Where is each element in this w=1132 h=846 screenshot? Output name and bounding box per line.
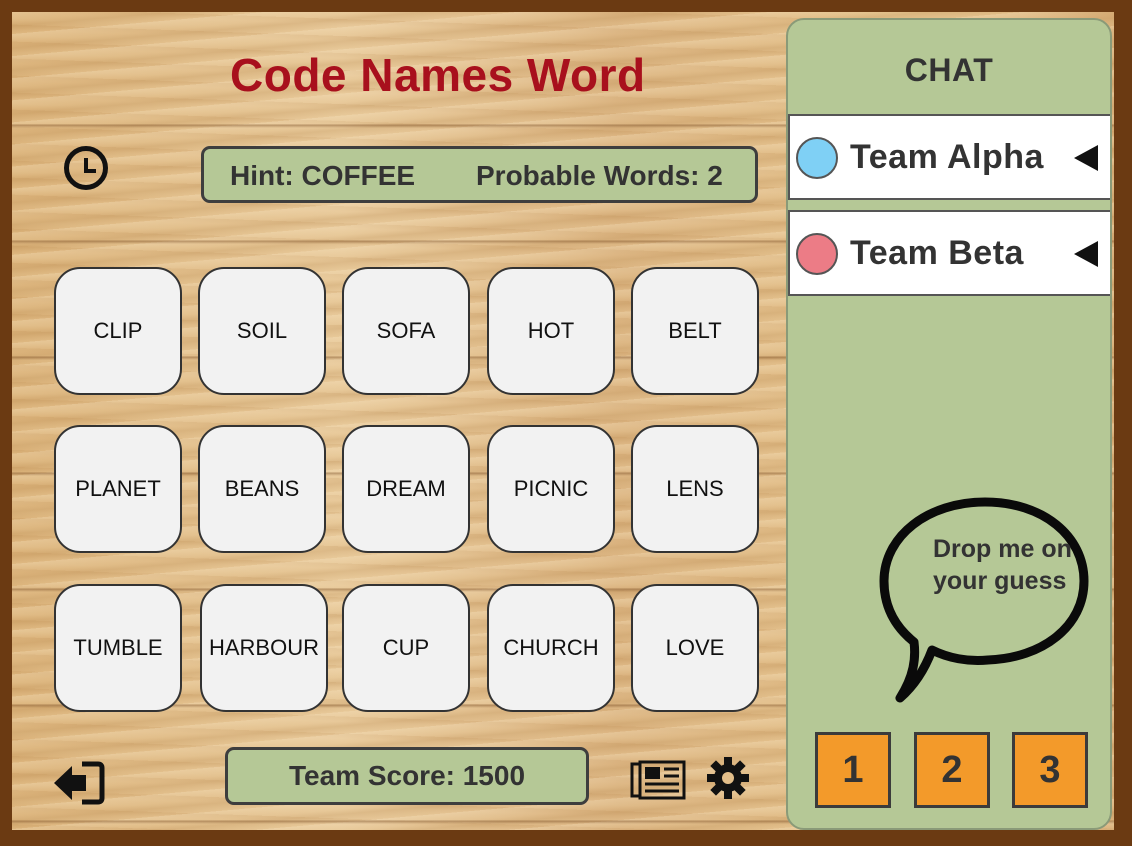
word-card[interactable]: CUP	[342, 584, 470, 712]
word-card[interactable]: SOIL	[198, 267, 326, 395]
triangle-left-icon	[1074, 241, 1098, 267]
word-card[interactable]: DREAM	[342, 425, 470, 553]
guess-bubble-text: Drop me on your guess	[933, 535, 1072, 595]
team-color-dot	[796, 137, 838, 179]
guess-button-3[interactable]: 3	[1012, 732, 1088, 808]
guess-button-1[interactable]: 1	[815, 732, 891, 808]
word-card[interactable]: CLIP	[54, 267, 182, 395]
chat-title: CHAT	[904, 52, 994, 88]
word-card[interactable]: HARBOUR	[200, 584, 328, 712]
team-color-dot	[796, 233, 838, 275]
word-card[interactable]: BEANS	[198, 425, 326, 553]
clock-icon	[64, 146, 108, 190]
word-card[interactable]: HOT	[487, 267, 615, 395]
gear-icon[interactable]	[706, 756, 750, 800]
word-card[interactable]: LOVE	[631, 584, 759, 712]
chat-panel: CHAT Team Alpha Team Beta	[786, 18, 1112, 830]
team-row-beta[interactable]: Team Beta	[788, 210, 1110, 296]
team-name: Team Beta	[850, 234, 1024, 272]
word-card[interactable]: CHURCH	[487, 584, 615, 712]
exit-icon[interactable]	[52, 760, 106, 806]
team-row-alpha[interactable]: Team Alpha	[788, 114, 1110, 200]
word-card[interactable]: LENS	[631, 425, 759, 553]
word-card[interactable]: BELT	[631, 267, 759, 395]
guess-button-2[interactable]: 2	[914, 732, 990, 808]
word-card[interactable]: TUMBLE	[54, 584, 182, 712]
team-name: Team Alpha	[850, 138, 1044, 176]
triangle-left-icon	[1074, 145, 1098, 171]
newspaper-icon[interactable]	[630, 760, 686, 800]
word-card[interactable]: PICNIC	[487, 425, 615, 553]
team-score: Team Score: 1500	[225, 747, 589, 805]
game-title: Code Names Word	[230, 49, 646, 101]
word-card[interactable]: PLANET	[54, 425, 182, 553]
probable-words-label: Probable Words: 2	[476, 160, 723, 191]
hint-label: Hint: COFFEE	[230, 160, 416, 191]
speech-bubble-icon[interactable]	[878, 496, 1092, 706]
hint-box: Hint: COFFEE Probable Words: 2	[201, 146, 758, 203]
word-card[interactable]: SOFA	[342, 267, 470, 395]
